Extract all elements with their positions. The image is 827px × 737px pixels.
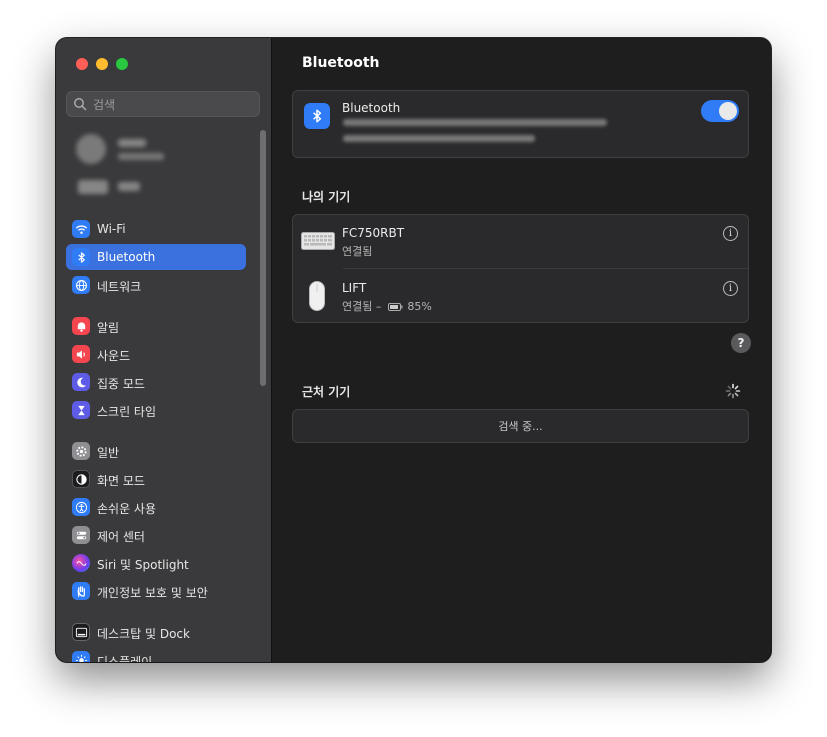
minimize-button[interactable] [96,58,108,70]
sidebar-item-privacy-security[interactable]: 개인정보 보호 및 보안 [66,578,246,604]
bluetooth-icon [304,103,330,129]
sidebar-item-label: 사운드 [97,349,131,363]
search-field[interactable] [66,91,260,117]
sidebar-item-appearance[interactable]: 화면 모드 [66,466,246,492]
wifi-icon [72,220,90,238]
sidebar-item-sound[interactable]: 사운드 [66,341,246,367]
bluetooth-toggle-card: Bluetooth [292,90,749,158]
search-input[interactable] [91,95,255,115]
gear-icon [72,442,90,460]
sidebar-item-label: 네트워크 [97,280,142,294]
appearance-icon [72,470,90,488]
bluetooth-label: Bluetooth [342,101,401,115]
close-button[interactable] [76,58,88,70]
nearby-searching-row: 검색 중... [292,409,749,443]
sidebar-item-label: Siri 및 Spotlight [97,558,189,572]
battery-icon [387,303,403,311]
help-button[interactable]: ? [731,333,751,353]
device-row[interactable]: LIFT 연결됨 – 85% i [293,269,748,323]
speaker-icon [72,345,90,363]
sidebar-item-label: Bluetooth [97,250,156,264]
sidebar-item-general[interactable]: 일반 [66,438,246,464]
sun-icon [72,651,90,662]
sidebar-item-label: 디스플레이 [97,655,153,662]
settings-window: Wi-Fi Bluetooth 네트워크 알림 사운드 [56,38,771,662]
device-status-line: 연결됨 – 85% [342,298,432,314]
zoom-button[interactable] [116,58,128,70]
my-devices-heading: 나의 기기 [302,190,351,204]
sidebar-item-control-center[interactable]: 제어 센터 [66,522,246,548]
device-info-button[interactable]: i [723,281,738,296]
spinner-icon [725,383,741,399]
accessibility-icon [72,498,90,516]
nearby-devices-heading: 근처 기기 [302,385,351,399]
bell-icon [72,317,90,335]
dock-icon [72,623,90,641]
control-center-icon [72,526,90,544]
bluetooth-icon [72,248,90,266]
sidebar-item-label: Wi-Fi [97,222,126,236]
sidebar-item-notifications[interactable]: 알림 [66,313,246,339]
sidebar-item-focus[interactable]: 집중 모드 [66,369,246,395]
sidebar-item-label: 제어 센터 [97,530,145,544]
sidebar-item-desktop-dock[interactable]: 데스크탑 및 Dock [66,619,246,645]
sidebar-scrollbar[interactable] [260,130,266,386]
page-title: Bluetooth [302,55,380,71]
bluetooth-toggle[interactable] [701,100,739,122]
sidebar-item-wifi[interactable]: Wi-Fi [66,216,246,242]
sidebar-item-siri-spotlight[interactable]: Siri 및 Spotlight [66,550,246,576]
device-info-button[interactable]: i [723,226,738,241]
sidebar-item-label: 스크린 타임 [97,405,157,419]
device-name: FC750RBT [342,226,405,240]
mouse-icon [309,281,325,311]
device-status: 연결됨 – [342,300,382,313]
main-pane: Bluetooth Bluetooth 나의 기기 FC750RBT 연결됨 i… [272,38,771,662]
sidebar-item-displays[interactable]: 디스플레이 [66,647,246,662]
device-name: LIFT [342,281,367,295]
sidebar-item-accessibility[interactable]: 손쉬운 사용 [66,494,246,520]
keyboard-icon [301,232,335,250]
sidebar-item-label: 알림 [97,321,120,335]
globe-icon [72,276,90,294]
sidebar-item-label: 개인정보 보호 및 보안 [97,586,208,600]
sidebar-item-label: 화면 모드 [97,474,145,488]
sidebar-item-label: 데스크탑 및 Dock [97,627,190,641]
sidebar-item-network[interactable]: 네트워크 [66,272,246,298]
search-icon [74,98,87,111]
hourglass-icon [72,401,90,419]
battery-level: 85% [407,300,432,313]
siri-icon [72,554,90,572]
sidebar-item-label: 손쉬운 사용 [97,502,157,516]
my-devices-list: FC750RBT 연결됨 i LIFT 연결됨 – 85% i [292,214,749,323]
sidebar-item-screen-time[interactable]: 스크린 타임 [66,397,246,423]
sidebar: Wi-Fi Bluetooth 네트워크 알림 사운드 [56,38,272,662]
moon-icon [72,373,90,391]
sidebar-item-label: 집중 모드 [97,377,145,391]
sidebar-item-bluetooth[interactable]: Bluetooth [66,244,246,270]
hand-icon [72,582,90,600]
device-status: 연결됨 [342,245,373,258]
device-row[interactable]: FC750RBT 연결됨 i [293,215,748,269]
sidebar-item-label: 일반 [97,446,120,460]
